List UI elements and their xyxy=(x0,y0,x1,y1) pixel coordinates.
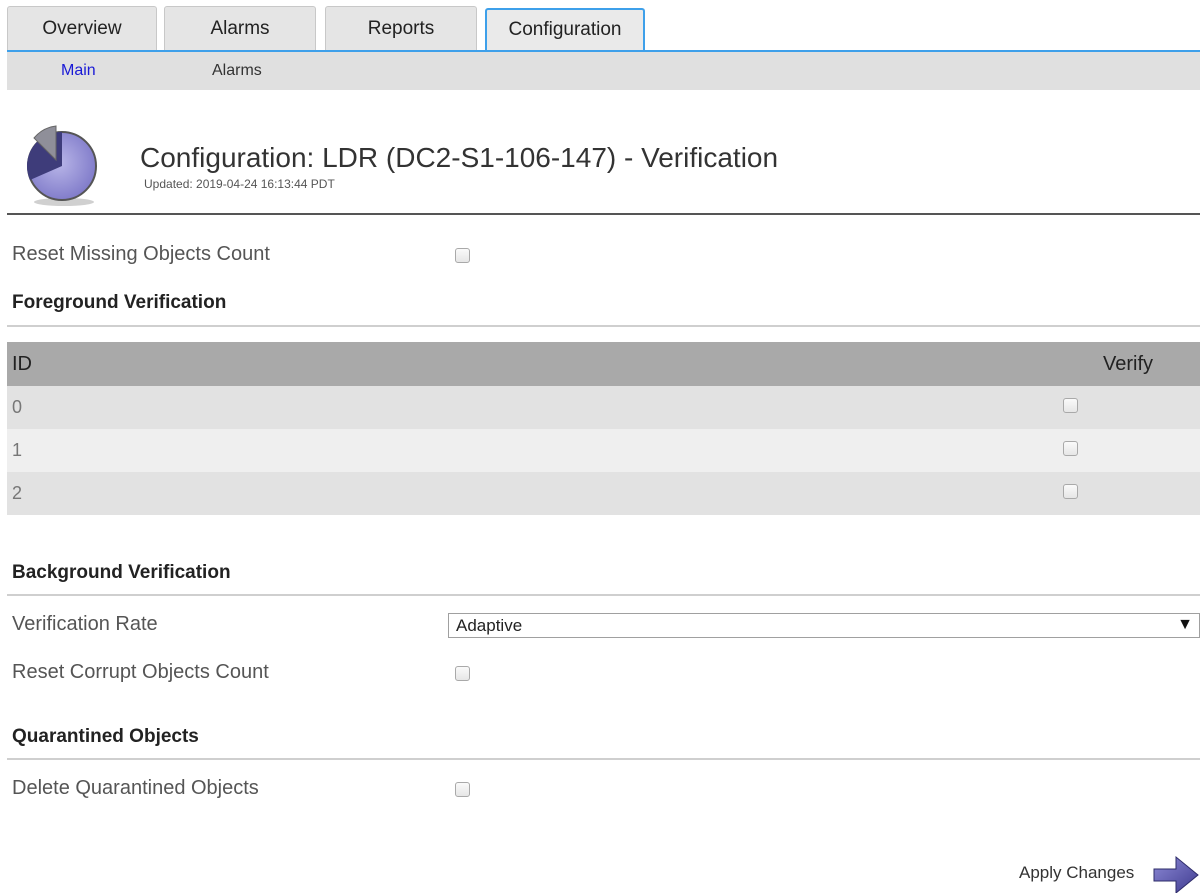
reset-missing-label: Reset Missing Objects Count xyxy=(12,243,270,265)
foreground-divider xyxy=(7,325,1200,327)
header-divider xyxy=(7,213,1200,215)
tab-alarms[interactable]: Alarms xyxy=(164,6,316,50)
reset-missing-checkbox[interactable] xyxy=(455,248,470,263)
arrow-right-icon xyxy=(1153,855,1199,893)
delete-quarantined-checkbox[interactable] xyxy=(455,782,470,797)
reset-corrupt-checkbox[interactable] xyxy=(455,666,470,681)
quarantine-heading: Quarantined Objects xyxy=(12,726,199,747)
table-row: 0 xyxy=(7,386,1200,429)
dropdown-arrow-icon: ▼ xyxy=(1177,616,1193,633)
column-verify: Verify xyxy=(1103,352,1154,375)
background-heading: Background Verification xyxy=(12,562,231,583)
delete-quarantined-label: Delete Quarantined Objects xyxy=(12,777,259,799)
subtab-alarms-label: Alarms xyxy=(212,62,262,79)
foreground-heading: Foreground Verification xyxy=(12,292,227,313)
updated-timestamp: Updated: 2019-04-24 16:13:44 PDT xyxy=(144,177,335,191)
table-header: ID Verify xyxy=(7,342,1200,386)
pie-chart-icon xyxy=(26,125,97,206)
subtab-bar: Main Alarms xyxy=(7,50,1200,90)
table-row: 1 xyxy=(7,429,1200,472)
apply-changes-button[interactable]: Apply Changes xyxy=(1019,851,1200,893)
verification-rate-value: Adaptive xyxy=(456,615,523,635)
table-row: 2 xyxy=(7,472,1200,515)
tab-configuration-label: Configuration xyxy=(508,19,622,40)
column-id: ID xyxy=(12,352,32,375)
quarantine-divider xyxy=(7,758,1200,760)
verify-checkbox[interactable] xyxy=(1063,398,1078,413)
tab-bar: Overview Alarms Reports Configuration xyxy=(0,0,1200,50)
tab-reports[interactable]: Reports xyxy=(325,6,477,50)
reset-corrupt-label: Reset Corrupt Objects Count xyxy=(12,661,269,683)
tab-configuration[interactable]: Configuration xyxy=(485,8,645,50)
row-id: 2 xyxy=(12,483,23,503)
verify-checkbox[interactable] xyxy=(1063,484,1078,499)
subtab-alarms[interactable]: Alarms xyxy=(212,52,262,90)
row-id: 1 xyxy=(12,440,23,460)
tab-alarms-label: Alarms xyxy=(210,17,270,39)
verification-rate-label: Verification Rate xyxy=(12,613,158,635)
page-title: Configuration: LDR (DC2-S1-106-147) - Ve… xyxy=(140,142,779,173)
tab-overview[interactable]: Overview xyxy=(7,6,157,50)
subtab-main[interactable]: Main xyxy=(61,52,96,90)
verify-checkbox[interactable] xyxy=(1063,441,1078,456)
apply-changes-label: Apply Changes xyxy=(1019,863,1135,882)
tab-overview-label: Overview xyxy=(42,17,122,39)
tab-reports-label: Reports xyxy=(367,17,435,39)
row-id: 0 xyxy=(12,397,23,417)
subtab-main-label: Main xyxy=(61,62,96,79)
verification-rate-select[interactable]: Adaptive ▼ xyxy=(448,613,1200,638)
foreground-table: ID Verify 0 1 2 xyxy=(7,342,1200,515)
background-divider xyxy=(7,594,1200,596)
